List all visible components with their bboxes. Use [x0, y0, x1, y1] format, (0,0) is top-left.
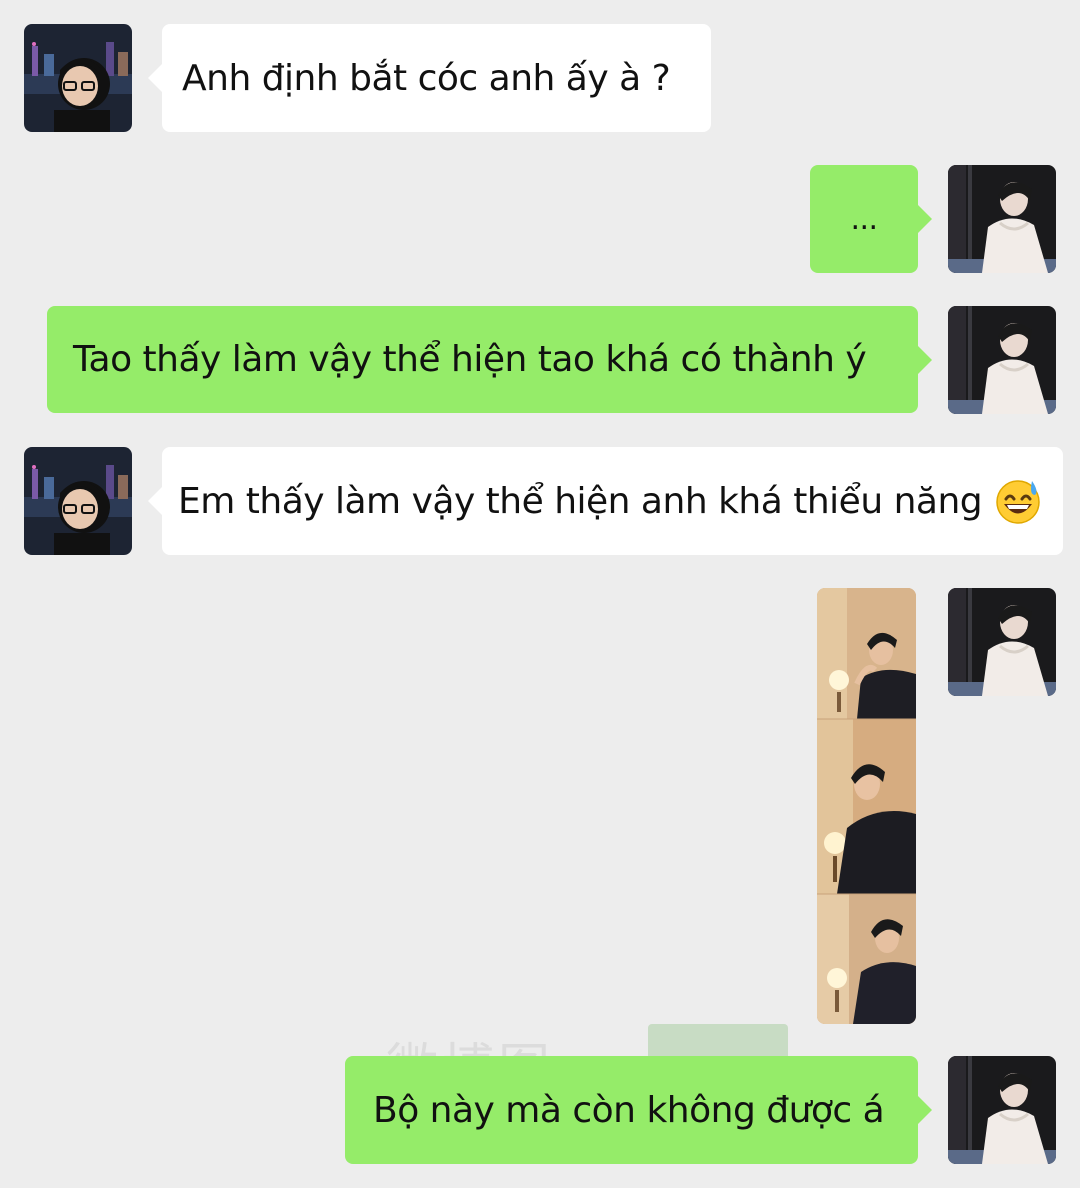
contact-avatar[interactable]: [24, 24, 132, 132]
message-text: Tao thấy làm vậy thể hiện tao khá có thà…: [73, 339, 867, 380]
contact-avatar-image: [24, 24, 132, 132]
message-bubble-outgoing[interactable]: ...: [810, 165, 932, 273]
message-text: ...: [850, 201, 878, 237]
message-bubble-incoming[interactable]: Anh định bắt cóc anh ấy à ?: [148, 24, 711, 132]
message-bubble-outgoing[interactable]: Tao thấy làm vậy thể hiện tao khá có thà…: [47, 306, 932, 413]
shared-photo-strip[interactable]: [817, 588, 916, 1024]
my-avatar-image: [948, 306, 1056, 414]
grinning-sweat-emoji-icon: [994, 477, 1042, 525]
my-avatar-image: [948, 1056, 1056, 1164]
contact-avatar[interactable]: [24, 447, 132, 555]
my-avatar[interactable]: [948, 588, 1056, 696]
message-bubble-incoming[interactable]: Em thấy làm vậy thể hiện anh khá thiểu n…: [148, 447, 1063, 555]
my-avatar-image: [948, 588, 1056, 696]
my-avatar[interactable]: [948, 1056, 1056, 1164]
my-avatar[interactable]: [948, 306, 1056, 414]
message-text: Bộ này mà còn không được á: [373, 1089, 885, 1131]
contact-avatar-image: [24, 447, 132, 555]
my-avatar[interactable]: [948, 165, 1056, 273]
message-text: Anh định bắt cóc anh ấy à ?: [182, 57, 671, 99]
message-text: Em thấy làm vậy thể hiện anh khá thiểu n…: [178, 480, 983, 522]
message-bubble-outgoing[interactable]: Bộ này mà còn không được á: [345, 1056, 932, 1164]
my-avatar-image: [948, 165, 1056, 273]
photo-strip-image: [817, 588, 916, 1024]
